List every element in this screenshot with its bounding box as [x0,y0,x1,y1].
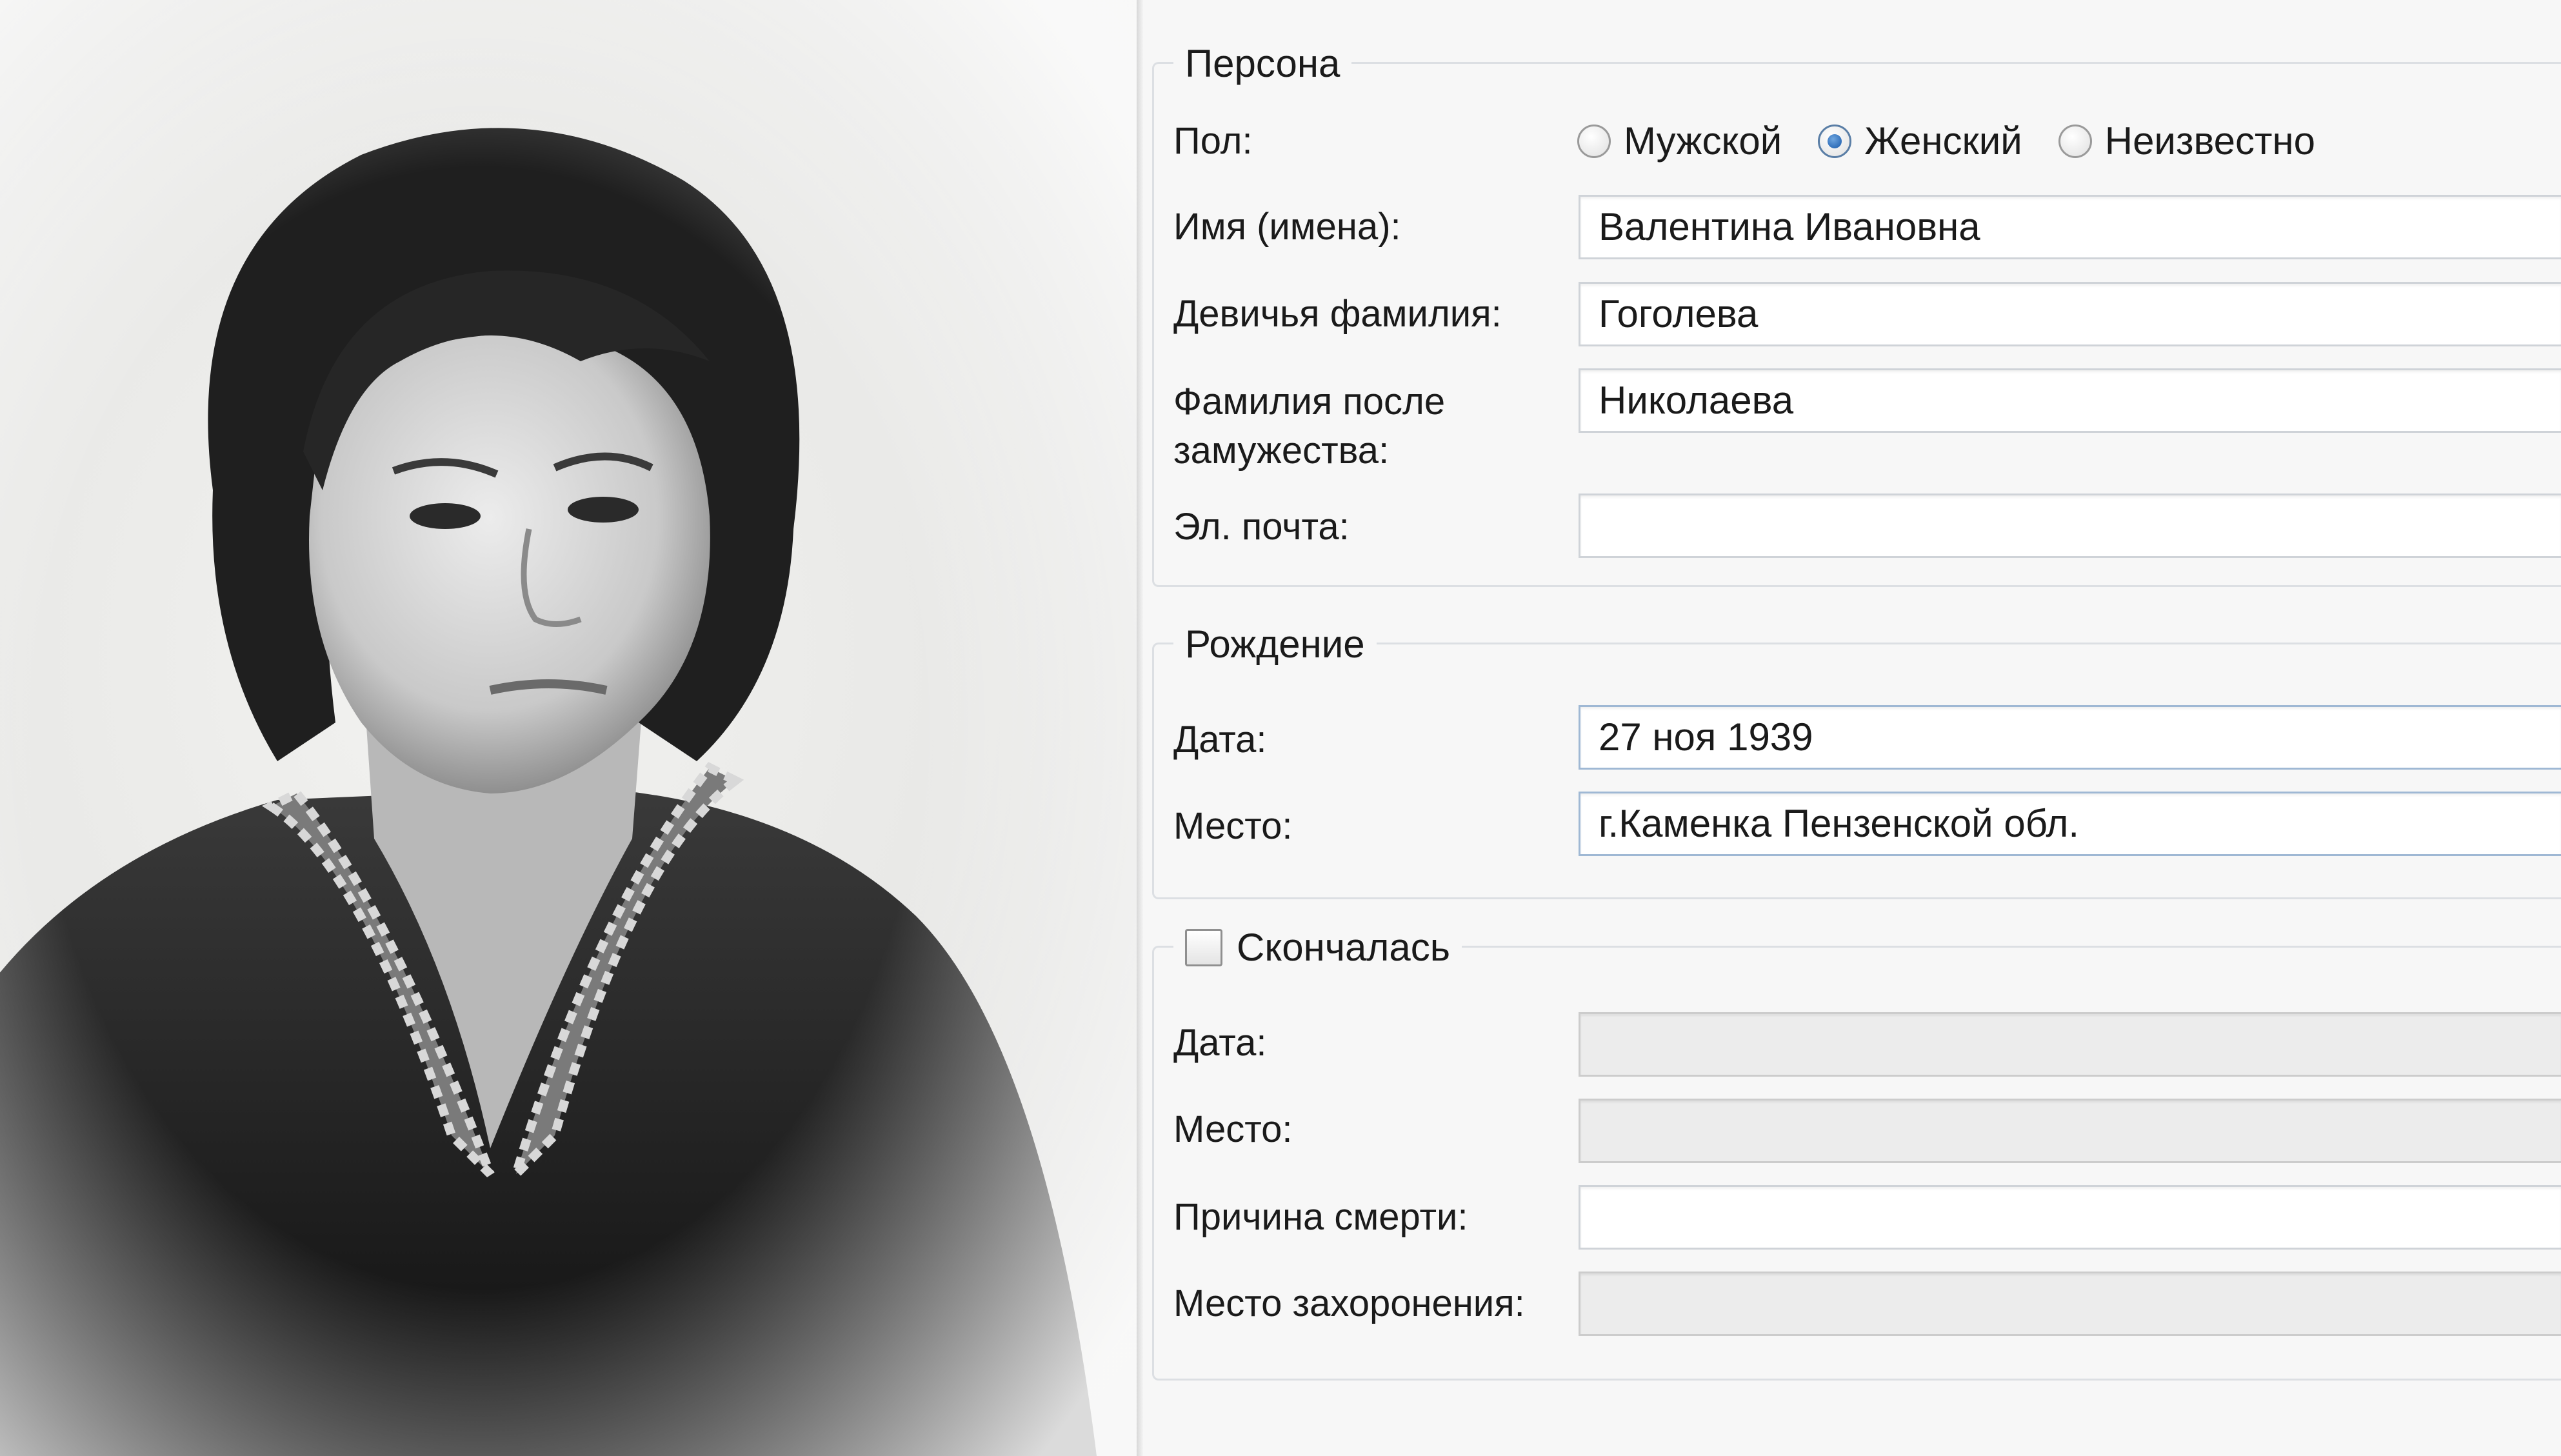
death-place-input [1579,1099,2561,1163]
death-cause-input[interactable] [1579,1185,2561,1250]
death-place-label: Место: [1173,1108,1293,1150]
person-edit-form: Персона Пол: Мужской Женский Неизвестно … [1143,0,2561,1456]
death-group-legend: Скончалась [1173,923,1462,972]
married-name-label-line1: Фамилия после [1173,381,1446,423]
maiden-name-label: Девичья фамилия: [1173,293,1502,335]
death-group: Скончалась Дата: Место: Причина смерти: … [1152,923,2561,1381]
gender-option-female[interactable]: Женский [1818,117,2022,166]
photo-border [1137,0,1143,1456]
email-label: Эл. почта: [1173,506,1350,548]
married-name-label-line2: замужества: [1173,430,1390,472]
gender-option-label: Мужской [1624,119,1782,163]
birth-group-legend: Рождение [1173,620,1377,669]
radio-unchecked-icon[interactable] [1577,125,1611,158]
gender-option-unknown[interactable]: Неизвестно [2058,117,2315,166]
deceased-checkbox[interactable] [1185,929,1222,966]
person-group-legend: Персона [1173,39,1352,88]
maiden-name-input[interactable]: Гоголева [1579,282,2561,346]
birth-date-input[interactable]: 27 ноя 1939 [1579,705,2561,770]
death-cause-label: Причина смерти: [1173,1196,1468,1238]
gender-radio-group: Мужской Женский Неизвестно [1577,117,2315,166]
gender-option-label: Неизвестно [2104,119,2316,163]
portrait-photo [0,0,1143,1456]
gender-option-label: Женский [1864,119,2022,163]
gender-label: Пол: [1173,120,1253,162]
birth-place-input[interactable]: г.Каменка Пензенской обл. [1579,792,2561,856]
burial-place-input [1579,1272,2561,1336]
gender-option-male[interactable]: Мужской [1577,117,1782,166]
radio-unchecked-icon[interactable] [2058,125,2092,158]
birth-place-label: Место: [1173,805,1293,847]
burial-place-label: Место захоронения: [1173,1282,1525,1324]
email-input[interactable] [1579,494,2561,558]
radio-checked-icon[interactable] [1818,125,1852,158]
birth-group: Рождение Дата: 27 ноя 1939 Место: г.Каме… [1152,620,2561,899]
birth-date-label: Дата: [1173,719,1267,761]
given-names-input[interactable]: Валентина Ивановна [1579,195,2561,259]
death-date-label: Дата: [1173,1022,1267,1064]
married-name-input[interactable]: Николаева [1579,368,2561,433]
portrait-illustration [0,0,1143,1456]
given-names-label: Имя (имена): [1173,206,1401,248]
deceased-checkbox-label: Скончалась [1237,926,1451,969]
death-date-input [1579,1012,2561,1077]
person-group: Персона Пол: Мужской Женский Неизвестно … [1152,39,2561,587]
